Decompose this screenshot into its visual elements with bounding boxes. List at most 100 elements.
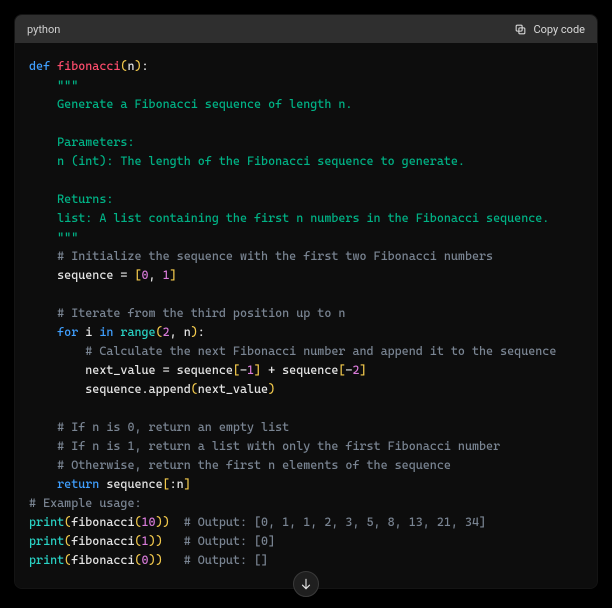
code-line: sequence = [0, 1] [29, 266, 583, 285]
code-token: ] [254, 363, 261, 377]
code-token: )) [149, 553, 163, 567]
code-token [163, 553, 184, 567]
code-token: : [142, 59, 149, 73]
code-token: 1 [142, 534, 149, 548]
code-token: print [29, 515, 64, 529]
code-block: python Copy code def fibonacci(n): """ G… [14, 14, 598, 589]
code-line: sequence.append(next_value) [29, 380, 583, 399]
code-token: next_value = sequence [85, 363, 233, 377]
code-block-frame: python Copy code def fibonacci(n): """ G… [0, 0, 612, 607]
code-line: # If n is 1, return a list with only the… [29, 437, 583, 456]
code-token: ] [184, 477, 191, 491]
code-token: )) [149, 534, 163, 548]
code-line [29, 285, 583, 304]
code-line: Returns: [29, 190, 583, 209]
code-line: # Otherwise, return the first n elements… [29, 456, 583, 475]
code-token: [ [134, 268, 141, 282]
code-body[interactable]: def fibonacci(n): """ Generate a Fibonac… [15, 43, 597, 588]
code-token: """ [57, 230, 78, 244]
code-line: # Iterate from the third position up to … [29, 304, 583, 323]
code-token: fibonacci [71, 534, 134, 548]
code-line: for i in range(2, n): [29, 323, 583, 342]
code-token: ( [134, 534, 141, 548]
copy-icon [514, 23, 527, 36]
code-token: 1 [163, 268, 170, 282]
code-token: , n [170, 325, 191, 339]
code-token: sequence.append [85, 382, 190, 396]
code-line: return sequence[:n] [29, 475, 583, 494]
code-line [29, 171, 583, 190]
code-token: fibonacci [57, 59, 120, 73]
code-token: Returns: [57, 192, 113, 206]
code-token: """ [57, 78, 78, 92]
code-token: :n [170, 477, 184, 491]
code-token: fibonacci [71, 515, 134, 529]
code-line: Generate a Fibonacci sequence of length … [29, 95, 583, 114]
code-line: # Initialize the sequence with the first… [29, 247, 583, 266]
code-line: # Calculate the next Fibonacci number an… [29, 342, 583, 361]
code-token [170, 515, 184, 529]
code-token: 10 [142, 515, 156, 529]
code-token: - [240, 363, 247, 377]
code-token: )) [156, 515, 170, 529]
code-token: sequence [106, 477, 162, 491]
code-token: return [57, 477, 99, 491]
code-token: # Output: [0, 1, 1, 2, 3, 5, 8, 13, 21, … [184, 515, 486, 529]
code-token: ] [170, 268, 177, 282]
code-token: 0 [142, 268, 149, 282]
code-language-label: python [27, 23, 60, 36]
code-line: # Example usage: [29, 494, 583, 513]
code-line: print(fibonacci(10)) # Output: [0, 1, 1,… [29, 513, 583, 532]
copy-code-label: Copy code [533, 23, 585, 36]
code-token: # Calculate the next Fibonacci number an… [85, 344, 556, 358]
code-line: """ [29, 228, 583, 247]
code-line: # If n is 0, return an empty list [29, 418, 583, 437]
code-token: 0 [142, 553, 149, 567]
code-token: ( [191, 382, 198, 396]
arrow-down-icon [299, 577, 313, 591]
code-token: ( [134, 515, 141, 529]
code-header: python Copy code [15, 15, 597, 43]
code-token: # Output: [] [184, 553, 268, 567]
code-token: [ [233, 363, 240, 377]
code-token: ( [156, 325, 163, 339]
code-line: def fibonacci(n): [29, 57, 583, 76]
code-line: n (int): The length of the Fibonacci seq… [29, 152, 583, 171]
code-token: # Iterate from the third position up to … [57, 306, 345, 320]
code-token: fibonacci [71, 553, 134, 567]
code-token: ] [359, 363, 366, 377]
code-token: : [198, 325, 205, 339]
code-token: def [29, 59, 50, 73]
code-token: , [149, 268, 163, 282]
code-token: ( [134, 553, 141, 567]
code-token: ) [268, 382, 275, 396]
code-token: for [57, 325, 78, 339]
code-line: print(fibonacci(0)) # Output: [] [29, 551, 583, 570]
code-token: range [120, 325, 155, 339]
code-token: # If n is 1, return a list with only the… [57, 439, 500, 453]
code-token: 1 [247, 363, 254, 377]
code-token: Generate a Fibonacci sequence of length … [57, 97, 352, 111]
code-token: n (int): The length of the Fibonacci seq… [57, 154, 465, 168]
code-token: + sequence [261, 363, 338, 377]
code-token [163, 534, 184, 548]
code-token: in [99, 325, 113, 339]
code-line: print(fibonacci(1)) # Output: [0] [29, 532, 583, 551]
code-token: 2 [163, 325, 170, 339]
code-token: # Otherwise, return the first n elements… [57, 458, 451, 472]
code-token: print [29, 534, 64, 548]
code-line: list: A list containing the first n numb… [29, 209, 583, 228]
code-token: next_value [198, 382, 268, 396]
code-token: Parameters: [57, 135, 134, 149]
code-line [29, 399, 583, 418]
code-token: ) [191, 325, 198, 339]
code-token: print [29, 553, 64, 567]
code-token: # If n is 0, return an empty list [57, 420, 289, 434]
scroll-to-bottom-button[interactable] [293, 571, 319, 597]
copy-code-button[interactable]: Copy code [514, 23, 585, 36]
code-token: # Initialize the sequence with the first… [57, 249, 493, 263]
code-line: Parameters: [29, 133, 583, 152]
code-line [29, 114, 583, 133]
code-token: # Output: [0] [184, 534, 275, 548]
code-token: [ [163, 477, 170, 491]
